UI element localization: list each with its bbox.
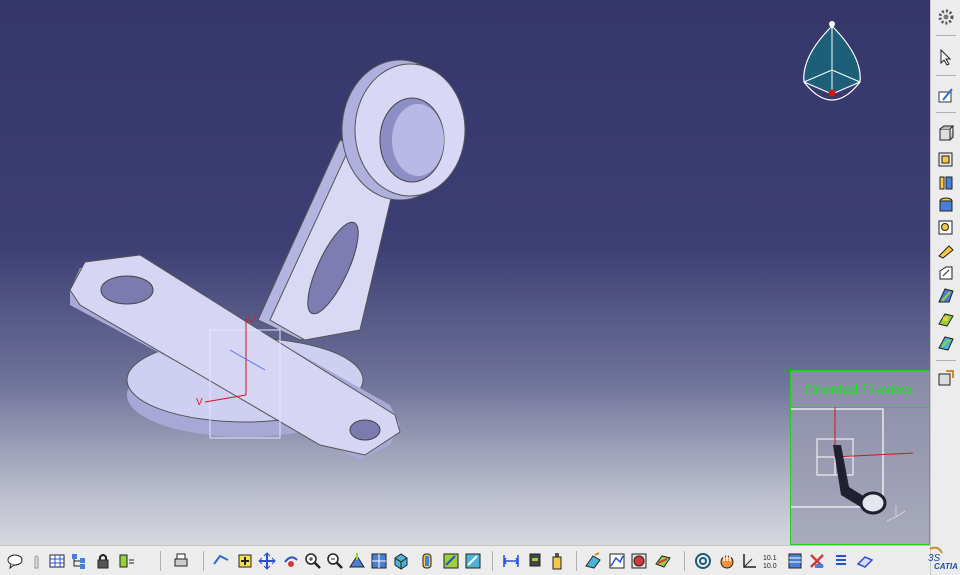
fly-icon[interactable] [212, 552, 230, 570]
rib-icon[interactable] [937, 218, 955, 236]
select-arrow-icon[interactable] [937, 48, 955, 66]
chamfer-icon[interactable] [937, 264, 955, 282]
right-toolbar [930, 0, 960, 575]
lock-icon[interactable] [94, 552, 112, 570]
fit-all-icon[interactable] [236, 552, 254, 570]
map-icon[interactable] [608, 552, 626, 570]
measure-icon[interactable] [937, 369, 955, 387]
compass-widget[interactable] [796, 18, 868, 118]
zoom-in-icon[interactable] [304, 552, 322, 570]
catalog-icon[interactable] [526, 552, 544, 570]
gear-icon[interactable] [937, 8, 955, 26]
catia-wordmark: CATIA [934, 562, 958, 571]
preview-title: Oriented Preview: [791, 371, 929, 408]
svg-text:10.0: 10.0 [763, 563, 777, 570]
distance-icon[interactable] [502, 552, 520, 570]
plane-icon[interactable] [856, 552, 874, 570]
hide-show-icon[interactable] [442, 552, 460, 570]
svg-text:10.1: 10.1 [763, 555, 777, 562]
rotate-icon[interactable] [282, 552, 300, 570]
hand-icon[interactable] [28, 552, 46, 570]
apply-material-icon[interactable] [630, 552, 648, 570]
formula-icon[interactable] [118, 552, 136, 570]
swap-icon[interactable] [464, 552, 482, 570]
oriented-preview-panel: Oriented Preview: [790, 370, 930, 545]
print-icon[interactable] [172, 552, 190, 570]
pan-icon[interactable] [258, 552, 276, 570]
fillet-icon[interactable] [937, 242, 955, 260]
arm-hole-right [349, 419, 381, 441]
multi-view-icon[interactable] [370, 552, 388, 570]
compass-center-dot [828, 89, 836, 97]
ring-bore-inner [392, 104, 444, 176]
spiral-icon[interactable] [694, 552, 712, 570]
normal-view-icon[interactable] [348, 552, 366, 570]
tree-icon[interactable] [70, 552, 88, 570]
draft-icon[interactable] [937, 286, 955, 304]
iso-view-icon[interactable] [392, 552, 410, 570]
list-icon[interactable] [832, 552, 850, 570]
hand-tool-icon[interactable] [718, 552, 736, 570]
units-icon[interactable]: 10.110.0 [762, 552, 780, 570]
arm-hole-left [100, 275, 154, 305]
3d-viewport[interactable]: U V Oriented Preview: [0, 0, 930, 545]
speech-icon[interactable] [6, 552, 24, 570]
sketch-analysis-icon[interactable] [584, 552, 602, 570]
zoom-out-icon[interactable] [326, 552, 344, 570]
preview-image [791, 407, 914, 522]
thickness-icon[interactable] [937, 334, 955, 352]
pocket-icon[interactable] [937, 150, 955, 168]
u-axis-label: U [248, 314, 255, 325]
shaft-icon[interactable] [937, 174, 955, 192]
pad-icon[interactable] [937, 124, 955, 142]
texture-icon[interactable] [654, 552, 672, 570]
coordinate-icon[interactable] [740, 552, 758, 570]
shell-icon[interactable] [937, 310, 955, 328]
color-icon[interactable] [808, 552, 826, 570]
table-icon[interactable] [48, 552, 66, 570]
sketch-icon[interactable] [937, 86, 955, 104]
hole-icon[interactable] [937, 196, 955, 214]
bottle-icon[interactable] [548, 552, 566, 570]
render-style-icon[interactable] [418, 552, 436, 570]
stack-icon[interactable] [786, 552, 804, 570]
v-axis-label: V [196, 397, 203, 408]
bottom-toolbar: 10.1 10.0 [0, 545, 930, 575]
